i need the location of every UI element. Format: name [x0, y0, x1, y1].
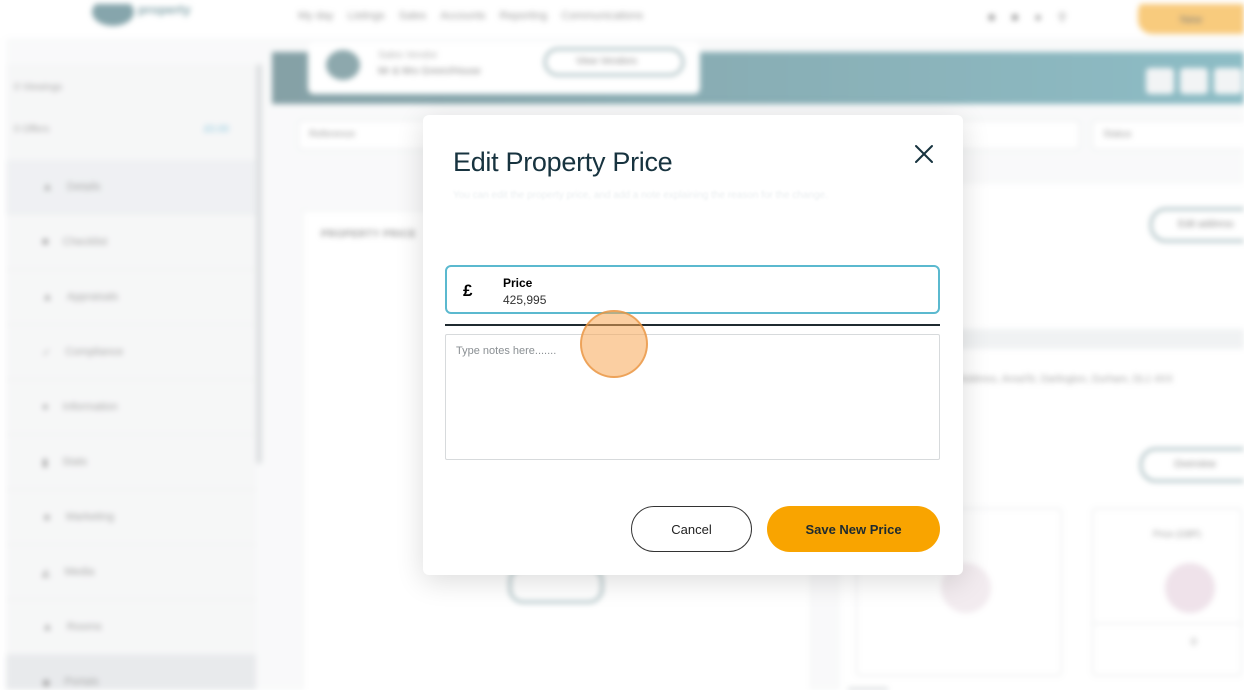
save-new-price-button[interactable]: Save New Price — [767, 506, 940, 552]
field-divider — [445, 324, 940, 326]
cancel-button[interactable]: Cancel — [631, 506, 752, 552]
edit-price-modal: Edit Property Price You can edit the pro… — [423, 115, 963, 575]
modal-subtitle: You can edit the property price, and add… — [453, 190, 828, 201]
pound-currency-icon: £ — [463, 281, 473, 300]
price-field-label: Price — [503, 276, 533, 290]
price-input[interactable] — [503, 293, 883, 307]
price-field[interactable]: £ Price — [445, 265, 940, 314]
notes-textarea[interactable] — [445, 334, 940, 460]
close-modal-button[interactable] — [913, 143, 935, 165]
close-icon — [915, 145, 933, 163]
modal-title: Edit Property Price — [453, 147, 673, 177]
